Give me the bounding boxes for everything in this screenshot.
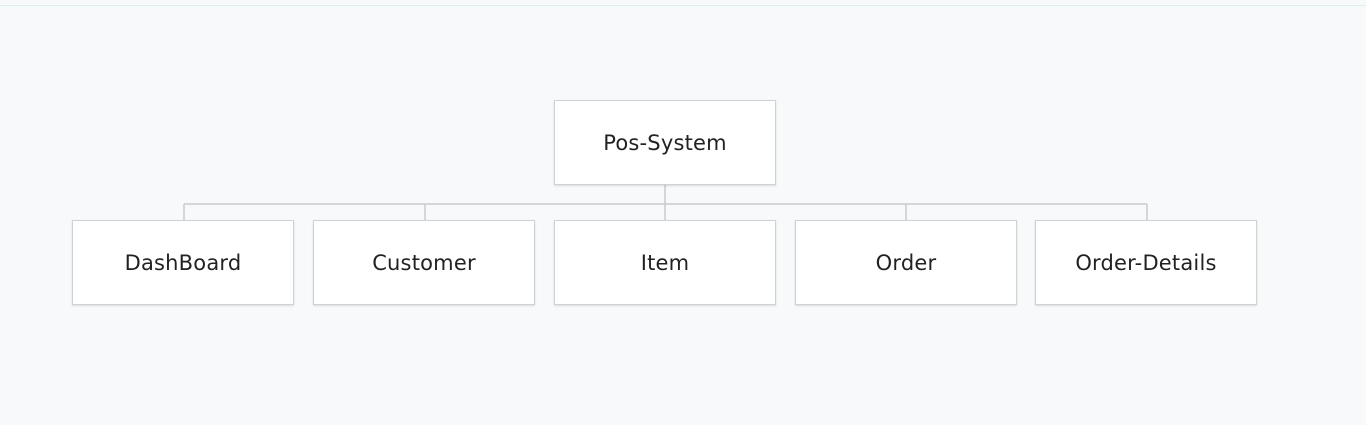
node-label: DashBoard xyxy=(124,250,242,275)
node-label: Pos-System xyxy=(603,130,727,155)
node-order[interactable]: Order xyxy=(795,220,1017,305)
node-label: Customer xyxy=(372,250,476,275)
node-label: Item xyxy=(640,250,690,275)
node-item[interactable]: Item xyxy=(554,220,776,305)
node-order-details[interactable]: Order-Details xyxy=(1035,220,1257,305)
node-customer[interactable]: Customer xyxy=(313,220,535,305)
node-label: Order xyxy=(875,250,937,275)
tree-connectors xyxy=(183,185,1148,220)
node-dashboard[interactable]: DashBoard xyxy=(72,220,294,305)
diagram-canvas: Pos-System DashBoard Customer Item Order… xyxy=(0,0,1366,425)
node-pos-system[interactable]: Pos-System xyxy=(554,100,776,185)
node-label: Order-Details xyxy=(1075,250,1217,275)
